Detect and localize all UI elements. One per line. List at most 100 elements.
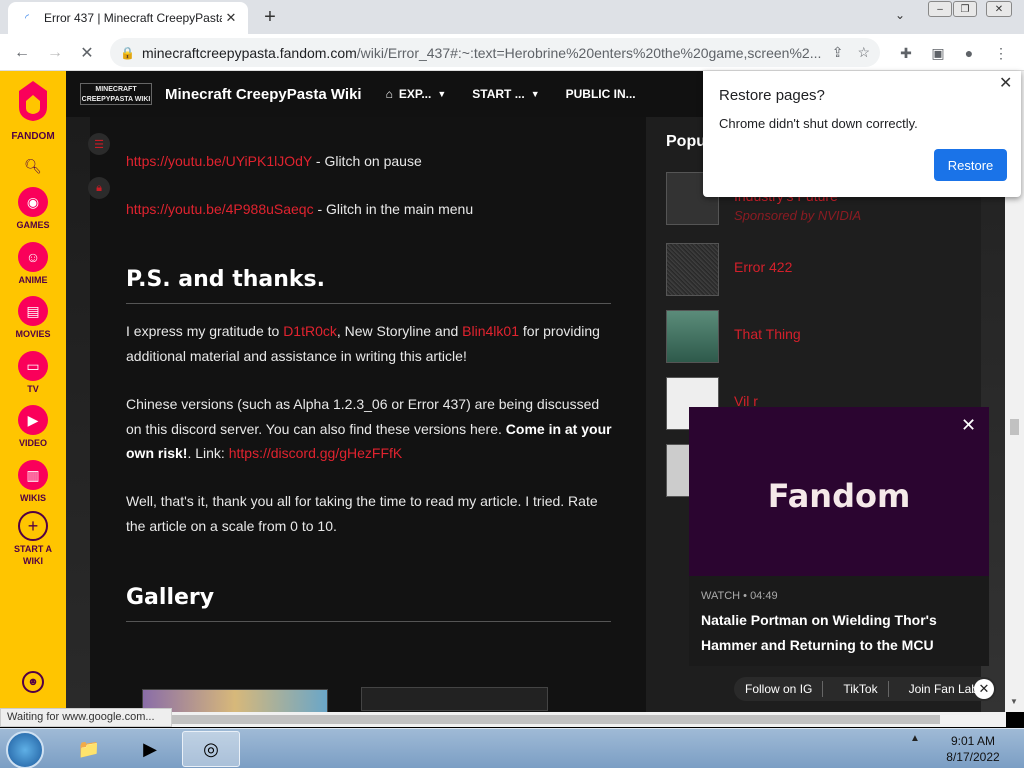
follow-ig-link[interactable]: Follow on IG	[745, 682, 812, 696]
scroll-down-icon: ▼	[1010, 697, 1018, 706]
restore-pages-dialog: Restore pages? Chrome didn't shut down c…	[703, 71, 1021, 197]
system-clock[interactable]: 9:01 AM 8/17/2022	[940, 733, 1006, 765]
background-art-left	[66, 71, 90, 712]
wiki-logo[interactable]: MINECRAFT CREEPYPASTA WIKI	[80, 83, 152, 105]
heading-gallery: Gallery	[126, 585, 215, 610]
rail-item-tv[interactable]: ▭ TV	[0, 351, 66, 396]
fandom-logo-text: FANDOM	[11, 131, 55, 142]
close-icon[interactable]: ✕	[961, 415, 976, 436]
video-icon: ▶	[18, 405, 48, 435]
extensions-icon[interactable]: ✚	[895, 42, 917, 64]
divider	[126, 303, 611, 304]
scrollbar-thumb[interactable]	[172, 715, 940, 724]
tray-icon[interactable]: ▲	[910, 733, 920, 744]
video-title[interactable]: Natalie Portman on Wielding Thor's Hamme…	[701, 608, 981, 658]
chevron-down-icon: ▼	[530, 89, 540, 99]
tab-title: Error 437 | Minecraft CreepyPasta Wiki	[44, 11, 222, 25]
wikis-icon: ▥	[18, 460, 48, 490]
loading-spinner-icon: ◜	[25, 12, 29, 24]
popular-thumb	[666, 310, 719, 363]
new-tab-button[interactable]: +	[258, 6, 282, 28]
bookmark-star-icon[interactable]: ☆	[857, 44, 870, 61]
separator	[887, 681, 889, 697]
start-a-label: START A	[14, 544, 52, 554]
popular-item[interactable]: Error 422	[666, 243, 966, 297]
fandom-logo-icon[interactable]	[13, 79, 53, 123]
rail-search[interactable]: 🔍︎	[0, 151, 66, 181]
table-of-contents-icon[interactable]: ☰	[88, 133, 110, 155]
gamepad-icon: ◉	[18, 187, 48, 217]
gallery-image[interactable]	[361, 687, 548, 711]
video-meta: WATCH • 04:49	[701, 590, 778, 602]
paragraph-link1: https://youtu.be/UYiPK1lJOdY - Glitch on…	[126, 153, 422, 169]
join-fan-lab-link[interactable]: Join Fan Lab	[909, 682, 978, 696]
user-link-d1tr0ck[interactable]: D1tR0ck	[283, 323, 337, 339]
paragraph-closing: Well, that's it, thank you all for takin…	[126, 493, 598, 534]
restore-title: Restore pages?	[719, 87, 825, 104]
tab-strip: ◜ Error 437 | Minecraft CreepyPasta Wiki…	[0, 0, 1024, 34]
heading-ps: P.S. and thanks.	[126, 267, 325, 292]
divider	[126, 621, 611, 622]
chrome-icon[interactable]: ◎	[182, 731, 240, 767]
rail-item-start-wiki[interactable]: + START A WIKI	[0, 511, 66, 567]
rail-item-video[interactable]: ▶ VIDEO	[0, 405, 66, 450]
nav-start[interactable]: START ... ▼	[472, 87, 539, 101]
separator	[822, 681, 824, 697]
forward-button[interactable]: →	[43, 42, 67, 64]
popular-thumb	[666, 243, 719, 296]
nav-public[interactable]: PUBLIC IN...	[566, 87, 636, 101]
profile-icon[interactable]: ●	[958, 42, 980, 64]
restore-message: Chrome didn't shut down correctly.	[719, 116, 918, 131]
file-explorer-icon[interactable]: 📁	[60, 731, 118, 767]
article-tools: ☰ 🔒︎	[88, 133, 110, 213]
scrollbar-thumb[interactable]	[1010, 419, 1019, 435]
movie-icon: ▤	[18, 296, 48, 326]
close-icon[interactable]: ✕	[999, 73, 1012, 93]
address-bar[interactable]: 🔒 minecraftcreepypasta.fandom.com/wiki/E…	[110, 38, 880, 67]
menu-kebab-icon[interactable]: ⋮	[990, 42, 1012, 64]
restore-button[interactable]: Restore	[934, 149, 1007, 181]
wiki-name-link[interactable]: Minecraft CreepyPasta Wiki	[165, 86, 362, 103]
fandom-sidebar: FANDOM 🔍︎ ◉ GAMES ☺ ANIME ▤ MOVIES ▭ TV …	[0, 71, 66, 712]
discord-link[interactable]: https://discord.gg/gHezFFfK	[229, 445, 403, 461]
back-button[interactable]: ←	[10, 42, 34, 64]
lock-icon[interactable]: 🔒	[120, 46, 136, 60]
popular-title: Popu	[666, 133, 706, 150]
tiktok-link[interactable]: TikTok	[843, 682, 877, 696]
close-icon[interactable]: ✕	[974, 679, 994, 699]
nav-explore[interactable]: ⌂ EXP... ▼	[386, 87, 447, 101]
rail-item-wikis[interactable]: ▥ WIKIS	[0, 460, 66, 505]
video-player[interactable]: Fandom ✕ WATCH • 04:49 Natalie Portman o…	[689, 407, 989, 666]
plus-icon: +	[18, 511, 48, 541]
wiki-label: WIKI	[23, 555, 43, 566]
horizontal-scrollbar[interactable]	[172, 712, 1006, 727]
window-close-button[interactable]: ✕	[986, 1, 1012, 17]
popular-item[interactable]: That Thing	[666, 310, 966, 364]
user-link-blin4lk01[interactable]: Blin4lk01	[462, 323, 519, 339]
user-icon[interactable]: ☻	[22, 671, 44, 693]
rail-account[interactable]: ☻	[0, 671, 66, 693]
wiki-header: MINECRAFT CREEPYPASTA WIKI Minecraft Cree…	[66, 71, 706, 117]
share-icon[interactable]: ⇪	[832, 44, 844, 61]
rail-item-movies[interactable]: ▤ MOVIES	[0, 296, 66, 341]
fandom-video-logo: Fandom	[767, 477, 911, 515]
tab-search-button[interactable]: ⌄	[895, 8, 905, 22]
stop-loading-button[interactable]: ✕	[75, 42, 99, 64]
paragraph-chinese: Chinese versions (such as Alpha 1.2.3_06…	[126, 396, 612, 461]
tv-icon: ▭	[18, 351, 48, 381]
url-text[interactable]: minecraftcreepypasta.fandom.com/wiki/Err…	[142, 45, 822, 61]
minimize-button[interactable]: –	[928, 1, 952, 17]
youtube-link-1[interactable]: https://youtu.be/UYiPK1lJOdY	[126, 153, 312, 169]
start-button[interactable]	[6, 731, 44, 768]
lock-page-icon[interactable]: 🔒︎	[88, 177, 110, 199]
tab-close-icon[interactable]: ✕	[222, 9, 240, 27]
side-panel-icon[interactable]: ▣	[927, 42, 949, 64]
youtube-link-2[interactable]: https://youtu.be/4P988uSaeqc	[126, 201, 314, 217]
rail-item-anime[interactable]: ☺ ANIME	[0, 242, 66, 287]
chevron-down-icon: ▼	[437, 89, 447, 99]
browser-tab[interactable]: ◜ Error 437 | Minecraft CreepyPasta Wiki…	[8, 2, 248, 34]
maximize-button[interactable]: ❐	[953, 1, 977, 17]
search-icon[interactable]: 🔍︎	[18, 151, 48, 181]
rail-item-games[interactable]: ◉ GAMES	[0, 187, 66, 232]
media-player-icon[interactable]: ▶	[121, 731, 179, 767]
